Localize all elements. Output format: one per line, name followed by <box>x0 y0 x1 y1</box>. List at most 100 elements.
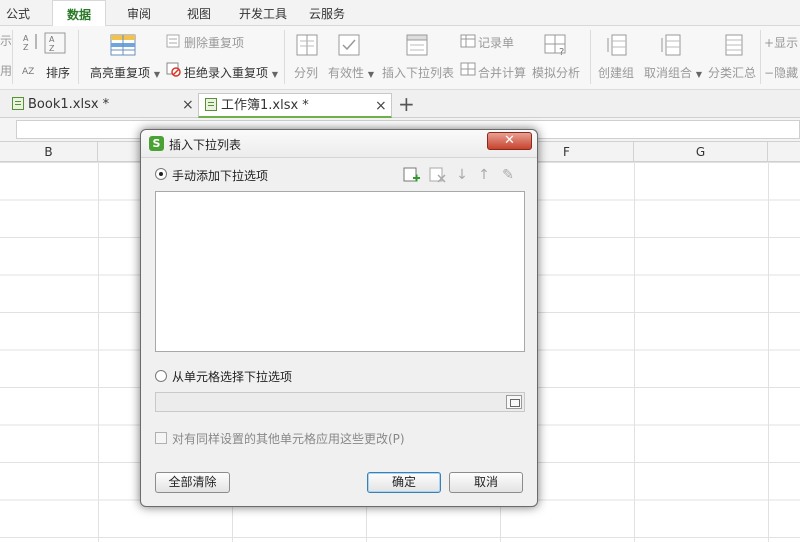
validity-icon[interactable] <box>338 34 360 56</box>
wps-logo-icon: S <box>149 136 164 151</box>
grid-line <box>768 162 769 542</box>
chevron-down-icon: ▼ <box>695 70 702 79</box>
menu-bar: 公式 数据 审阅 视图 开发工具 云服务 <box>0 0 800 27</box>
delete-item-icon[interactable] <box>429 166 447 184</box>
ungroup-label: 取消组合 <box>644 66 693 80</box>
record-form-button[interactable]: 记录单 <box>478 34 514 51</box>
chevron-down-icon: ▼ <box>271 70 278 79</box>
record-form-icon[interactable] <box>460 34 476 48</box>
add-item-icon[interactable] <box>403 166 421 184</box>
spreadsheet-file-icon <box>12 97 24 110</box>
spreadsheet-file-icon <box>205 98 217 111</box>
sort-button[interactable]: 排序 <box>46 64 70 81</box>
move-down-icon[interactable]: ↓ <box>453 166 471 184</box>
ribbon-separator <box>284 30 285 84</box>
simulate-analysis-icon[interactable]: ? <box>544 34 568 56</box>
hide-detail-button[interactable]: −隐藏 <box>764 64 798 81</box>
svg-text:A: A <box>23 34 29 43</box>
highlight-duplicates-button[interactable]: 高亮重复项 ▼ <box>90 64 160 81</box>
svg-text:?: ? <box>559 47 564 56</box>
sort-desc-icon[interactable]: A Z <box>44 32 66 54</box>
doc-tab-workbook1[interactable]: 工作簿1.xlsx * × <box>198 93 392 118</box>
clear-all-button[interactable]: 全部清除 <box>155 472 230 493</box>
document-tabs: Book1.xlsx * × 工作簿1.xlsx * × + <box>0 90 800 118</box>
range-select-icon[interactable] <box>506 395 522 409</box>
manual-option-radio[interactable] <box>155 168 167 180</box>
doc-tab-label: 工作簿1.xlsx * <box>221 98 309 113</box>
grid-line <box>98 162 99 542</box>
close-icon[interactable]: × <box>182 93 194 117</box>
reject-duplicates-label: 拒绝录入重复项 <box>184 66 269 80</box>
delete-duplicates-icon[interactable] <box>166 34 180 48</box>
tab-developer[interactable]: 开发工具 <box>234 0 292 26</box>
ribbon-separator <box>78 30 79 84</box>
move-up-icon[interactable]: ↑ <box>475 166 493 184</box>
column-header-b[interactable]: B <box>0 142 98 162</box>
ribbon: 示 用 A Z A Z AZ 排序 高亮重复项 ▼ 删除重复项 拒绝录入重复项 <box>0 26 800 90</box>
ungroup-icon[interactable] <box>660 34 682 56</box>
cell-range-input[interactable] <box>155 392 525 412</box>
subtotal-button[interactable]: 分类汇总 <box>708 64 756 81</box>
delete-duplicates-button[interactable]: 删除重复项 <box>184 34 244 51</box>
reject-duplicates-icon[interactable] <box>166 62 181 77</box>
new-tab-button[interactable]: + <box>398 92 415 116</box>
highlight-duplicates-icon[interactable] <box>110 34 136 56</box>
doc-tab-label: Book1.xlsx * <box>28 97 110 112</box>
merge-calc-icon[interactable] <box>460 62 476 76</box>
insert-dropdown-dialog: S 插入下拉列表 ✕ 手动添加下拉选项 ↓ ↑ ✎ 从单元格选择下拉选项 对有同… <box>140 129 538 507</box>
split-column-button[interactable]: 分列 <box>294 64 318 81</box>
ribbon-partial-top: 示 <box>0 34 13 48</box>
create-group-button[interactable]: 创建组 <box>598 64 634 81</box>
ribbon-separator <box>760 30 761 84</box>
ribbon-partial-bottom: 用 <box>0 64 13 78</box>
tab-cloud[interactable]: 云服务 <box>304 0 350 26</box>
chevron-down-icon: ▼ <box>153 70 160 79</box>
insert-dropdown-icon[interactable] <box>406 34 428 56</box>
cell-option-label[interactable]: 从单元格选择下拉选项 <box>172 368 292 385</box>
ungroup-button[interactable]: 取消组合 ▼ <box>644 64 702 81</box>
simulate-analysis-button[interactable]: 模拟分析 <box>532 64 580 81</box>
reject-duplicates-button[interactable]: 拒绝录入重复项 ▼ <box>184 64 278 81</box>
validity-label: 有效性 <box>328 66 365 80</box>
apply-same-settings-checkbox[interactable] <box>155 432 167 444</box>
show-detail-label: 显示 <box>774 36 799 50</box>
dialog-title-bar[interactable]: S 插入下拉列表 ✕ <box>141 130 537 158</box>
create-group-icon[interactable] <box>606 34 628 56</box>
subtotal-icon[interactable] <box>722 34 744 56</box>
merge-calc-button[interactable]: 合并计算 <box>478 64 526 81</box>
tab-data[interactable]: 数据 <box>52 0 106 27</box>
dropdown-items-list[interactable] <box>155 191 525 352</box>
ribbon-separator <box>12 30 13 84</box>
cancel-button[interactable]: 取消 <box>449 472 523 493</box>
dialog-title: 插入下拉列表 <box>169 138 242 152</box>
chevron-down-icon: ▼ <box>367 70 374 79</box>
tab-formula[interactable]: 公式 <box>0 0 36 26</box>
hide-detail-label: 隐藏 <box>774 66 799 80</box>
column-header[interactable] <box>768 142 800 162</box>
grid-line <box>634 162 635 542</box>
highlight-duplicates-label: 高亮重复项 <box>90 66 151 80</box>
plus-icon: + <box>764 36 775 50</box>
manual-option-label[interactable]: 手动添加下拉选项 <box>172 167 268 184</box>
edit-pencil-icon[interactable]: ✎ <box>499 166 517 184</box>
column-header-g[interactable]: G <box>634 142 768 162</box>
doc-tab-book1[interactable]: Book1.xlsx * × <box>6 93 196 118</box>
svg-text:A: A <box>49 35 55 44</box>
minus-icon: − <box>764 66 775 80</box>
tab-review[interactable]: 审阅 <box>118 0 160 26</box>
svg-text:Z: Z <box>49 44 55 53</box>
tab-view[interactable]: 视图 <box>178 0 220 26</box>
ribbon-separator <box>590 30 591 84</box>
filter-icon[interactable]: AZ <box>22 62 40 78</box>
show-detail-button[interactable]: +显示 <box>764 34 798 51</box>
close-icon[interactable]: × <box>375 94 387 118</box>
apply-same-settings-label[interactable]: 对有同样设置的其他单元格应用这些更改(P) <box>172 430 405 447</box>
cell-option-radio[interactable] <box>155 370 167 382</box>
insert-dropdown-button[interactable]: 插入下拉列表 <box>382 64 454 81</box>
validity-button[interactable]: 有效性 ▼ <box>328 64 374 81</box>
dialog-close-button[interactable]: ✕ <box>487 132 532 150</box>
sort-asc-icon[interactable]: A Z <box>22 32 42 52</box>
ok-button[interactable]: 确定 <box>367 472 441 493</box>
svg-text:AZ: AZ <box>22 67 34 77</box>
split-column-icon[interactable] <box>296 34 318 56</box>
